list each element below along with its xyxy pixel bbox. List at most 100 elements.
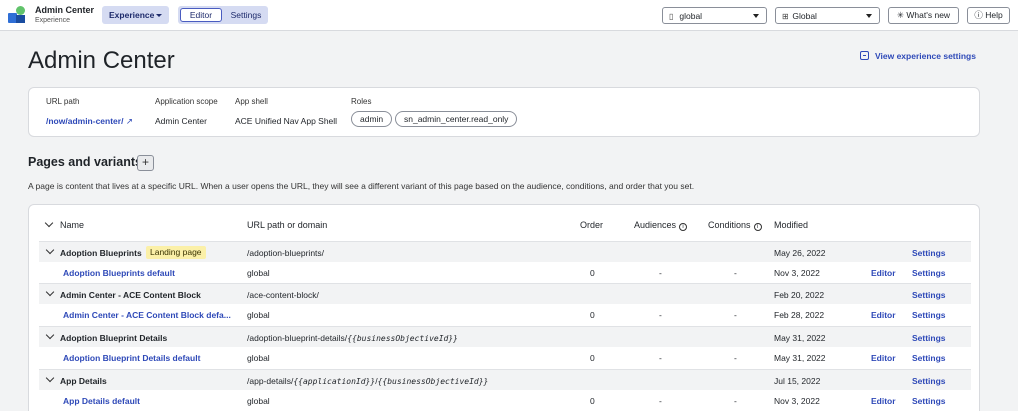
collapse-chevron-icon[interactable]	[45, 373, 55, 383]
page-name: Adoption Blueprint Details	[60, 333, 168, 343]
file-icon: ▯	[669, 12, 674, 21]
variant-order: 0	[590, 268, 595, 278]
whats-new-label: What's new	[906, 10, 951, 20]
settings-link[interactable]: Settings	[912, 353, 946, 363]
info-icon[interactable]: i	[679, 223, 688, 231]
add-page-button[interactable]: +	[137, 155, 154, 171]
variant-name-link[interactable]: Adoption Blueprints default	[63, 268, 175, 278]
variant-domain: global	[247, 353, 270, 363]
modified-date: May 31, 2022	[774, 353, 826, 363]
application-scope-label: Application scope	[155, 97, 218, 106]
variant-conditions: -	[734, 310, 737, 320]
variant-conditions: -	[734, 268, 737, 278]
variant-name-link[interactable]: App Details default	[63, 396, 140, 406]
editor-link[interactable]: Editor	[871, 310, 896, 320]
caret-down-icon	[156, 14, 162, 17]
page-url-param: {{businessObjectiveId}}	[377, 377, 489, 386]
scope-dropdown-value: global	[679, 11, 703, 21]
app-subtitle: Experience	[35, 17, 71, 24]
column-header-modified: Modified	[774, 220, 809, 230]
table-row-page: App Details /app-details/{{applicationId…	[39, 369, 971, 390]
tab-settings[interactable]: Settings	[226, 8, 266, 22]
table-row-variant: Admin Center - ACE Content Block defa...…	[39, 304, 971, 325]
pages-section-title: Pages and variants	[28, 155, 142, 169]
landing-page-badge: Landing page	[146, 246, 206, 259]
whats-new-button[interactable]: ✳ What's new	[888, 7, 959, 24]
tab-editor[interactable]: Editor	[180, 8, 222, 22]
table-row-variant: Adoption Blueprint Details default globa…	[39, 347, 971, 368]
variant-domain: global	[247, 268, 270, 278]
editor-link[interactable]: Editor	[871, 396, 896, 406]
variant-audiences: -	[659, 310, 662, 320]
variant-domain: global	[247, 396, 270, 406]
experience-menu-button[interactable]: Experience	[102, 6, 169, 24]
collapse-chevron-icon[interactable]	[45, 245, 55, 255]
role-chip: sn_admin_center.read_only	[395, 111, 518, 127]
roles-label: Roles	[351, 97, 372, 106]
page-url-prefix: /app-details/	[247, 376, 294, 386]
panel-icon	[860, 51, 869, 60]
page-name: Adoption Blueprints	[60, 248, 142, 258]
settings-link[interactable]: Settings	[912, 290, 946, 300]
variant-name-link[interactable]: Adoption Blueprint Details default	[63, 353, 200, 363]
collapse-all-chevron-icon[interactable]	[44, 218, 54, 228]
column-header-name: Name	[60, 220, 85, 230]
settings-link[interactable]: Settings	[912, 376, 946, 386]
editor-link[interactable]: Editor	[871, 268, 896, 278]
application-dropdown[interactable]: ⊞ Global	[775, 7, 880, 24]
plus-icon: +	[141, 155, 149, 169]
url-path-link[interactable]: /now/admin-center/ ↗	[46, 116, 133, 127]
column-header-order: Order	[580, 220, 604, 230]
variant-audiences: -	[659, 353, 662, 363]
page-scrollbar[interactable]	[1010, 31, 1018, 411]
table-row-page: Admin Center - ACE Content Block /ace-co…	[39, 283, 971, 304]
settings-link[interactable]: Settings	[912, 396, 946, 406]
info-icon[interactable]: i	[753, 223, 762, 231]
top-bar: Admin Center Experience Experience Edito…	[0, 0, 1018, 31]
app-logo-icon	[8, 6, 26, 24]
modified-date: Feb 20, 2022	[774, 290, 825, 300]
page-url: /app-details/{{applicationId}}/{{busines…	[247, 376, 488, 386]
url-path-label: URL path	[46, 97, 80, 106]
variant-conditions: -	[734, 396, 737, 406]
pages-table: Name URL path or domain Order Audiences i…	[28, 204, 980, 411]
variant-audiences: -	[659, 268, 662, 278]
help-button[interactable]: ⓘ Help	[967, 7, 1010, 24]
collapse-chevron-icon[interactable]	[45, 287, 55, 297]
modified-date: Feb 28, 2022	[774, 310, 825, 320]
caret-down-icon	[866, 14, 872, 18]
table-row-variant: App Details default global 0 - - Nov 3, …	[39, 390, 971, 411]
settings-link[interactable]: Settings	[912, 310, 946, 320]
column-header-conditions-label: Conditions	[708, 220, 751, 230]
column-header-conditions: Conditions i	[708, 220, 762, 231]
editor-link[interactable]: Editor	[871, 353, 896, 363]
settings-link[interactable]: Settings	[912, 333, 946, 343]
column-header-audiences-label: Audiences	[634, 220, 677, 230]
variant-name-link[interactable]: Admin Center - ACE Content Block defa...	[63, 310, 231, 320]
settings-link[interactable]: Settings	[912, 248, 946, 258]
page-url: /adoption-blueprint-details/{{businessOb…	[247, 333, 458, 343]
view-experience-settings-link[interactable]: View experience settings	[860, 51, 976, 61]
role-chip: admin	[351, 111, 393, 127]
app-title: Admin Center	[35, 5, 95, 15]
page-url: /ace-content-block/	[247, 290, 319, 300]
modified-date: Nov 3, 2022	[774, 268, 820, 278]
table-row-page: Adoption Blueprint Details /adoption-blu…	[39, 326, 971, 347]
page-name: Admin Center - ACE Content Block	[60, 290, 201, 300]
variant-order: 0	[590, 310, 595, 320]
page-url-prefix: /adoption-blueprint-details/	[247, 333, 348, 343]
variant-order: 0	[590, 353, 595, 363]
scope-dropdown[interactable]: ▯ global	[662, 7, 767, 24]
collapse-chevron-icon[interactable]	[45, 330, 55, 340]
application-scope-value: Admin Center	[155, 116, 207, 126]
settings-link[interactable]: Settings	[912, 268, 946, 278]
page-url-param: {{applicationId}}	[293, 377, 376, 386]
modified-date: May 26, 2022	[774, 248, 826, 258]
column-header-url: URL path or domain	[247, 220, 328, 230]
mode-toggle: Editor Settings	[178, 6, 268, 24]
help-circle-icon: ⓘ	[974, 10, 983, 20]
view-experience-settings-label: View experience settings	[875, 51, 976, 61]
caret-down-icon	[753, 14, 759, 18]
column-header-audiences: Audiences i	[634, 220, 688, 231]
page-url: /adoption-blueprints/	[247, 248, 325, 258]
